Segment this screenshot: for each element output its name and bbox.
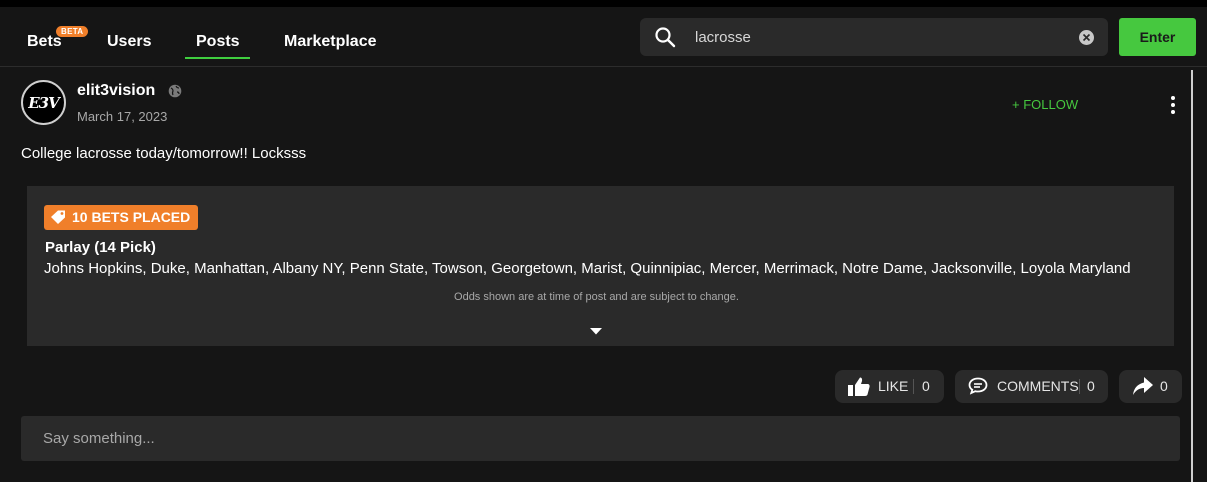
- share-button[interactable]: 0: [1119, 370, 1182, 403]
- like-button[interactable]: LIKE 0: [835, 370, 944, 403]
- avatar-logo: E3V: [28, 94, 60, 112]
- post-date: March 17, 2023: [77, 109, 168, 124]
- parlay-teams: Johns Hopkins, Duke, Manhattan, Albany N…: [44, 260, 1131, 277]
- top-nav: Bets BETA Users Posts Marketplace Enter: [0, 7, 1207, 67]
- follow-button[interactable]: + FOLLOW: [1012, 97, 1078, 112]
- tab-bets[interactable]: Bets: [27, 33, 62, 51]
- comment-input[interactable]: [21, 416, 1180, 461]
- post-text: College lacrosse today/tomorrow!! Lockss…: [21, 145, 307, 162]
- parlay-title: Parlay (14 Pick): [45, 239, 156, 256]
- avatar[interactable]: E3V: [21, 80, 66, 125]
- search-icon[interactable]: [654, 26, 676, 48]
- share-arrow-icon: [1133, 377, 1153, 395]
- beta-badge: BETA: [56, 26, 89, 37]
- odds-disclaimer: Odds shown are at time of post and are s…: [454, 291, 739, 303]
- search-input[interactable]: [695, 18, 1075, 56]
- share-count: 0: [1160, 378, 1168, 394]
- tab-posts[interactable]: Posts: [196, 33, 240, 51]
- separator: [1079, 379, 1080, 394]
- top-strip: [0, 0, 1207, 7]
- comment-icon: [968, 377, 988, 395]
- thumbs-up-icon: [848, 377, 870, 396]
- tab-users[interactable]: Users: [107, 33, 151, 51]
- tab-marketplace[interactable]: Marketplace: [284, 33, 377, 51]
- comments-label: COMMENTS: [997, 378, 1079, 394]
- scrollbar[interactable]: [1191, 70, 1193, 482]
- tag-icon: [51, 210, 65, 224]
- username[interactable]: elit3vision: [77, 82, 155, 100]
- enter-button[interactable]: Enter: [1119, 18, 1196, 56]
- comments-count: 0: [1087, 378, 1095, 394]
- bet-card[interactable]: 10 BETS PLACED Parlay (14 Pick) Johns Ho…: [27, 186, 1174, 346]
- bets-placed-label: 10 BETS PLACED: [72, 209, 191, 225]
- like-label: LIKE: [878, 378, 909, 394]
- comments-button[interactable]: COMMENTS 0: [955, 370, 1108, 403]
- separator: [913, 379, 914, 394]
- more-options-icon[interactable]: [1169, 96, 1177, 118]
- clear-search-icon[interactable]: [1079, 30, 1094, 45]
- search-bar: [640, 18, 1108, 56]
- bets-placed-badge: 10 BETS PLACED: [44, 205, 199, 230]
- like-count: 0: [922, 378, 930, 394]
- active-tab-indicator: [185, 57, 250, 59]
- globe-icon: [168, 84, 182, 98]
- caret-down-icon[interactable]: [590, 327, 602, 335]
